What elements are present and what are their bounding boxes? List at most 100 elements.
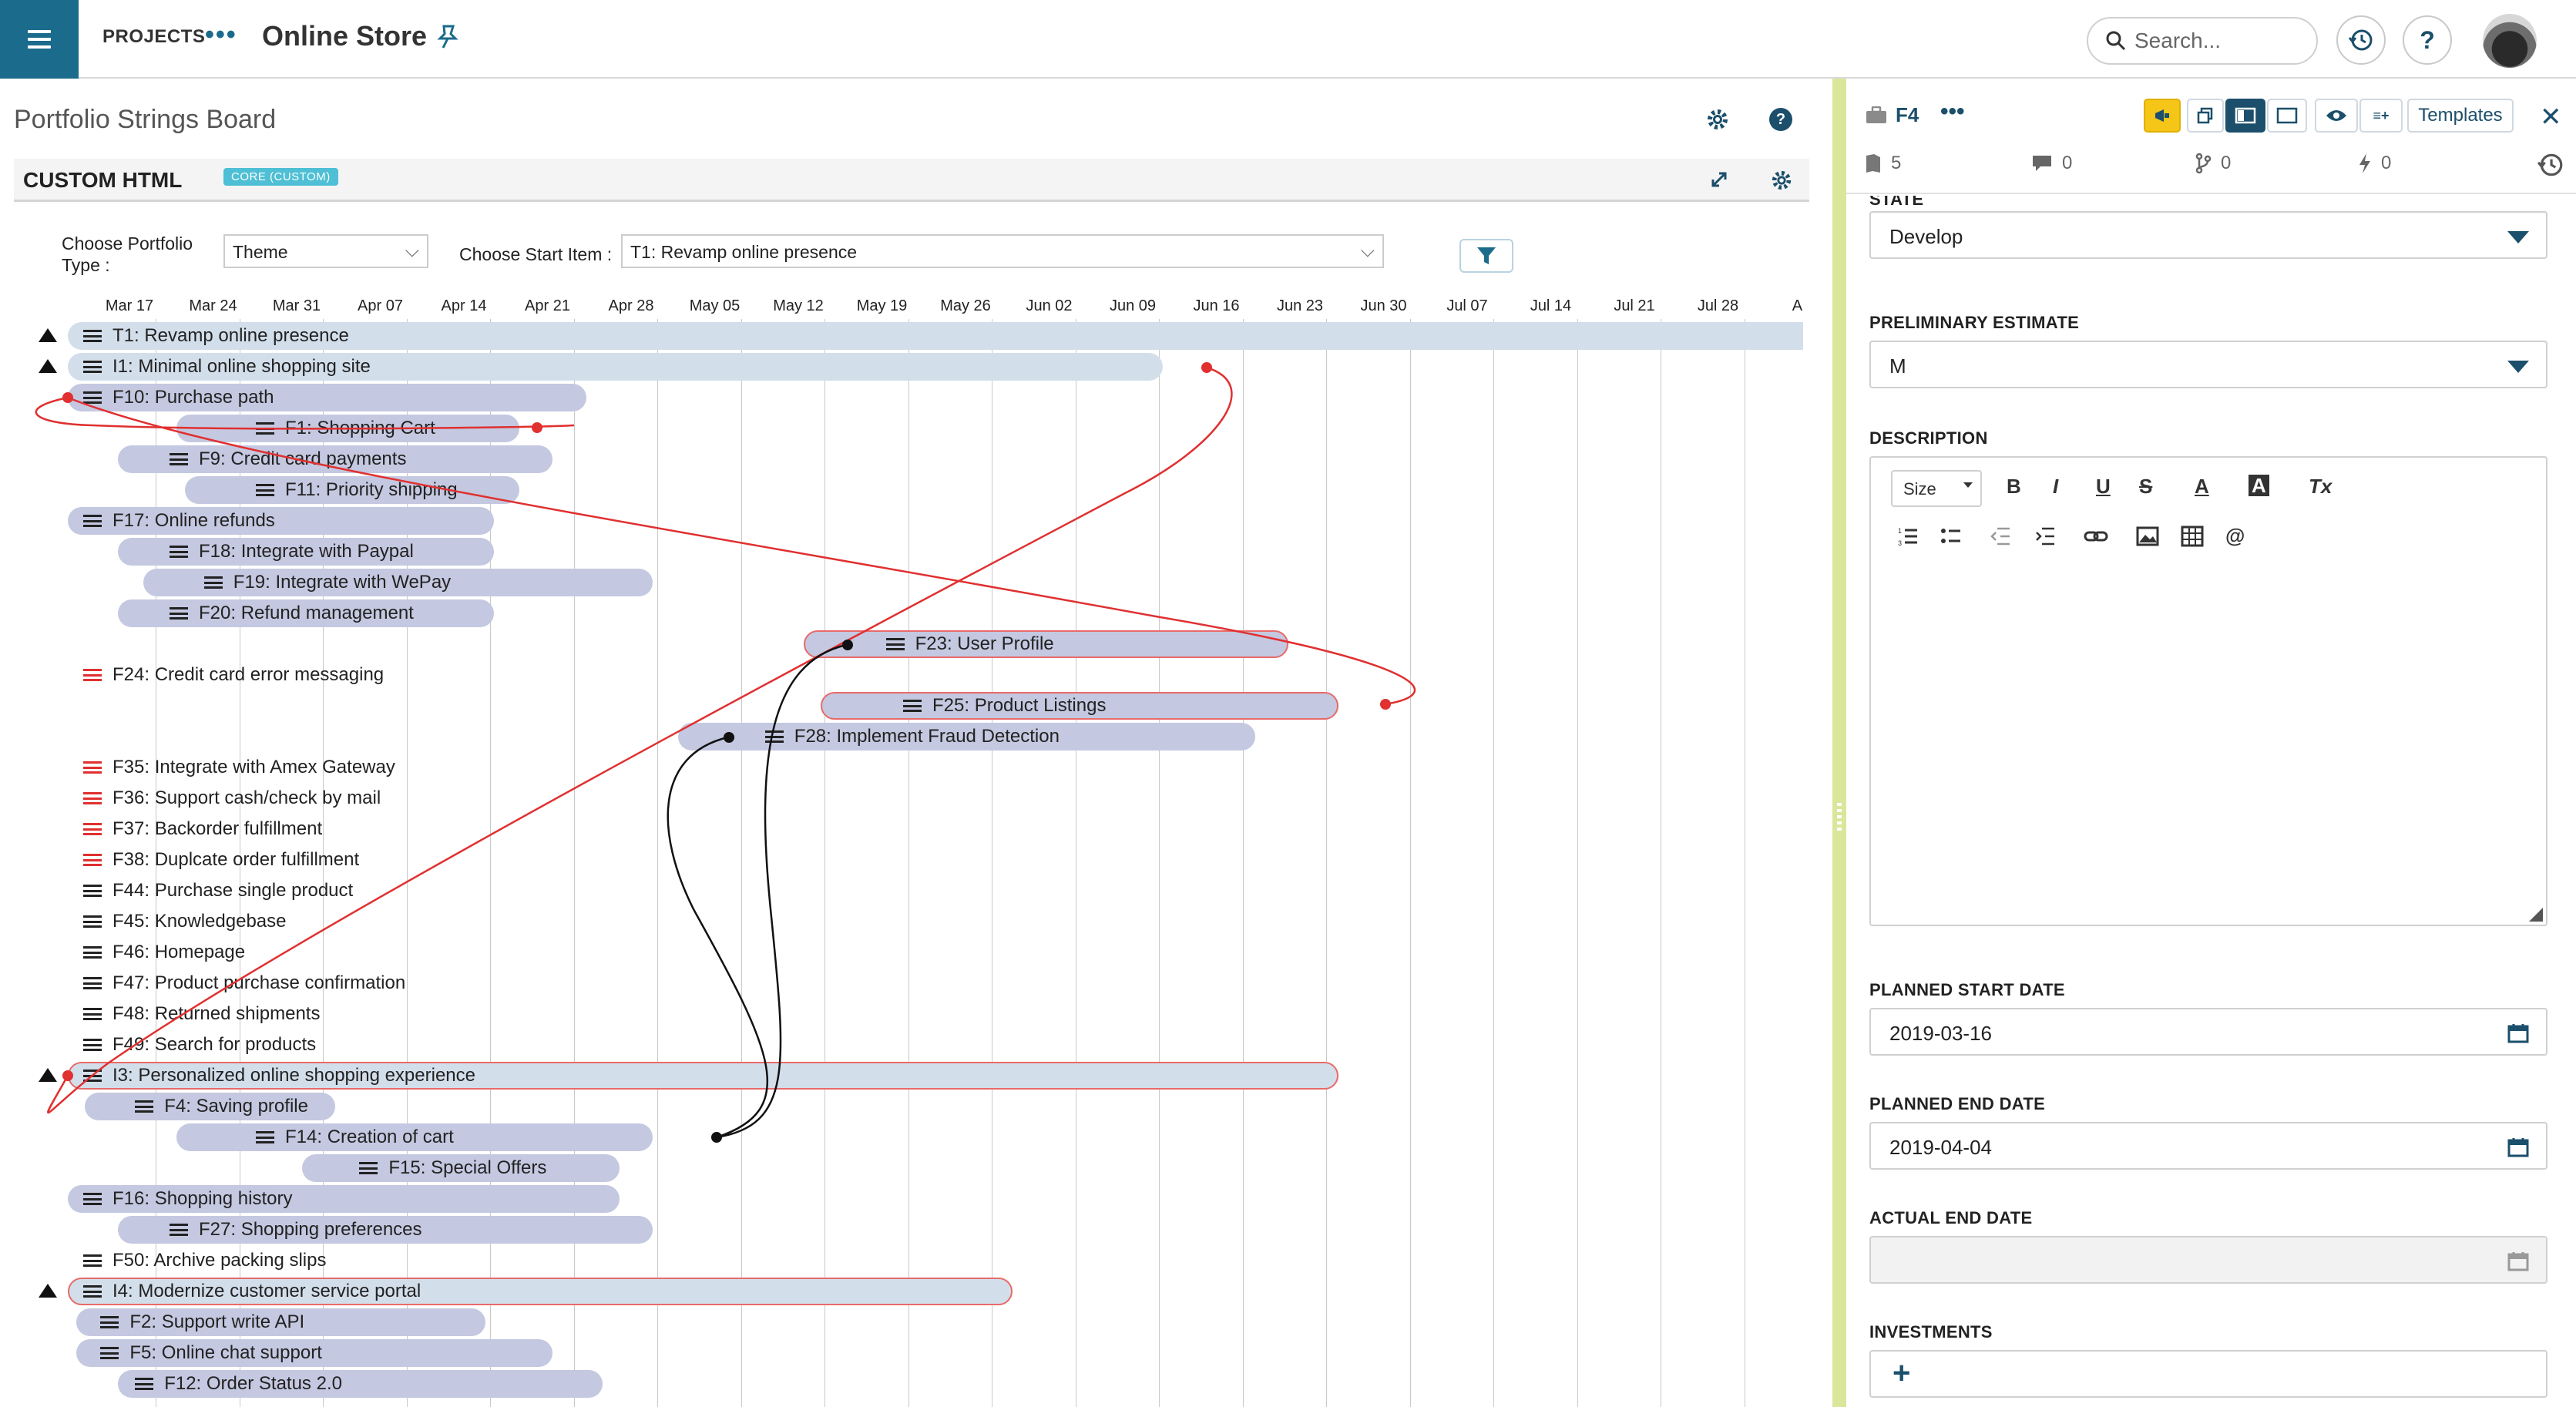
planned-start-field[interactable]: 2019-03-16 xyxy=(1869,1008,2547,1056)
gantt-row-label[interactable]: F17: Online refunds xyxy=(83,507,275,535)
italic-button[interactable]: I xyxy=(2053,475,2058,499)
recent-history-button[interactable] xyxy=(2336,15,2386,65)
attachments-count[interactable]: 5 xyxy=(1865,153,1901,174)
collapse-triangle-icon[interactable] xyxy=(39,1284,57,1298)
text-color-button[interactable]: A xyxy=(2195,475,2209,499)
bold-button[interactable]: B xyxy=(2007,475,2021,499)
gantt-row-label[interactable]: F19: Integrate with WePay xyxy=(203,569,451,596)
drag-handle-icon[interactable] xyxy=(83,761,102,774)
drag-handle-icon[interactable] xyxy=(170,1224,188,1236)
drag-handle-icon[interactable] xyxy=(256,1131,274,1143)
gantt-row-label[interactable]: F38: Duplcate order fulfillment xyxy=(83,846,359,874)
gantt-row-label[interactable]: F25: Product Listings xyxy=(903,692,1106,720)
more-actions-icon[interactable]: ••• xyxy=(1940,99,1965,125)
drag-handle-icon[interactable] xyxy=(203,576,223,589)
gantt-row-label[interactable]: F46: Homepage xyxy=(83,939,245,966)
drag-handle-icon[interactable] xyxy=(83,1193,102,1205)
gantt-row-label[interactable]: F1: Shopping Cart xyxy=(256,415,435,442)
gantt-row-label[interactable]: F45: Knowledgebase xyxy=(83,908,287,935)
gantt-row-label[interactable]: F16: Shopping history xyxy=(83,1185,292,1213)
expand-icon[interactable] xyxy=(1709,170,1729,190)
gantt-row-label[interactable]: F2: Support write API xyxy=(100,1308,304,1336)
calendar-icon[interactable] xyxy=(2507,1023,2529,1043)
portfolio-type-select[interactable]: Theme ⌵ xyxy=(223,234,428,268)
collapse-triangle-icon[interactable] xyxy=(39,359,57,373)
gantt-row-label[interactable]: F15: Special Offers xyxy=(359,1154,546,1182)
app-settings-gear-icon[interactable] xyxy=(1771,170,1792,191)
gantt-row-label[interactable]: F35: Integrate with Amex Gateway xyxy=(83,754,395,781)
mention-button[interactable]: @ xyxy=(2225,524,2245,548)
pin-panel-button[interactable] xyxy=(2144,99,2181,133)
comments-count[interactable]: 0 xyxy=(2031,153,2072,174)
gantt-row-label[interactable]: F37: Backorder fulfillment xyxy=(83,815,322,843)
gantt-row-label[interactable]: F14: Creation of cart xyxy=(256,1123,454,1151)
drag-handle-icon[interactable] xyxy=(83,977,102,989)
drag-handle-icon[interactable] xyxy=(83,915,102,928)
ordered-list-icon[interactable]: 13 xyxy=(1897,526,1919,547)
gantt-row-label[interactable]: F10: Purchase path xyxy=(83,384,274,411)
watch-button[interactable] xyxy=(2315,99,2358,133)
drag-handle-icon[interactable] xyxy=(170,453,188,465)
splitter-grip-icon[interactable] xyxy=(1837,803,1842,834)
image-icon[interactable] xyxy=(2136,526,2159,547)
drag-handle-icon[interactable] xyxy=(83,792,102,804)
drag-handle-icon[interactable] xyxy=(170,607,188,620)
planned-end-field[interactable]: 2019-04-04 xyxy=(1869,1122,2547,1170)
gantt-row-label[interactable]: T1: Revamp online presence xyxy=(83,322,349,350)
drag-handle-icon[interactable] xyxy=(83,946,102,959)
add-investment-button[interactable]: + xyxy=(1869,1350,2547,1398)
gantt-row-label[interactable]: F9: Credit card payments xyxy=(170,445,406,473)
state-select[interactable]: Develop xyxy=(1869,211,2547,259)
revision-history-icon[interactable] xyxy=(2537,151,2564,179)
drag-handle-icon[interactable] xyxy=(100,1347,119,1359)
drag-handle-icon[interactable] xyxy=(83,330,102,342)
drag-handle-icon[interactable] xyxy=(903,700,922,712)
font-size-select[interactable]: Size xyxy=(1891,470,1982,507)
gear-icon[interactable] xyxy=(1706,108,1729,131)
projects-link[interactable]: PROJECTS xyxy=(102,26,205,48)
collapse-triangle-icon[interactable] xyxy=(39,1068,57,1082)
strikethrough-button[interactable]: S xyxy=(2139,475,2152,499)
outdent-icon[interactable] xyxy=(1990,526,2011,547)
drag-handle-icon[interactable] xyxy=(83,1039,102,1051)
gantt-row-label[interactable]: F20: Refund management xyxy=(170,599,414,627)
drag-handle-icon[interactable] xyxy=(100,1316,119,1328)
main-menu-button[interactable] xyxy=(0,0,79,79)
drag-handle-icon[interactable] xyxy=(83,1254,102,1267)
templates-button[interactable]: Templates xyxy=(2407,99,2514,133)
underline-button[interactable]: U xyxy=(2096,475,2111,499)
drag-handle-icon[interactable] xyxy=(83,1070,102,1082)
drag-handle-icon[interactable] xyxy=(885,638,905,650)
description-editor[interactable]: Size B I U S A A Tx 13 @ xyxy=(1869,456,2547,926)
indent-icon[interactable] xyxy=(2034,526,2056,547)
drag-handle-icon[interactable] xyxy=(256,422,274,435)
drag-handle-icon[interactable] xyxy=(764,730,784,743)
gantt-row-label[interactable]: I3: Personalized online shopping experie… xyxy=(83,1062,475,1090)
drag-handle-icon[interactable] xyxy=(135,1378,154,1390)
collapse-triangle-icon[interactable] xyxy=(39,328,57,342)
gantt-row-label[interactable]: F50: Archive packing slips xyxy=(83,1247,326,1274)
calendar-icon[interactable] xyxy=(2507,1137,2529,1157)
gantt-row-label[interactable]: F12: Order Status 2.0 xyxy=(135,1370,342,1398)
help-button[interactable]: ? xyxy=(2403,15,2452,65)
bullet-list-icon[interactable] xyxy=(1940,526,1962,547)
drag-handle-icon[interactable] xyxy=(83,1285,102,1298)
background-color-button[interactable]: A xyxy=(2249,474,2269,497)
resize-handle-icon[interactable] xyxy=(2529,908,2543,922)
branches-count[interactable]: 0 xyxy=(2195,153,2231,174)
panel-splitter[interactable] xyxy=(1832,79,1846,1407)
gantt-row-label[interactable]: F18: Integrate with Paypal xyxy=(170,538,414,566)
gantt-row-label[interactable]: F49: Search for products xyxy=(83,1031,316,1059)
board-help-icon[interactable]: ? xyxy=(1769,108,1792,131)
gantt-row-label[interactable]: I1: Minimal online shopping site xyxy=(83,353,371,381)
gantt-row-label[interactable]: F44: Purchase single product xyxy=(83,877,353,905)
close-icon[interactable]: ✕ xyxy=(2540,102,2562,133)
drag-handle-icon[interactable] xyxy=(135,1100,154,1113)
gantt-row-label[interactable]: F4: Saving profile xyxy=(135,1093,308,1120)
copy-button[interactable] xyxy=(2187,99,2224,133)
drag-handle-icon[interactable] xyxy=(83,854,102,866)
user-avatar[interactable] xyxy=(2483,14,2537,68)
gantt-row-label[interactable]: I4: Modernize customer service portal xyxy=(83,1278,421,1305)
split-view-button[interactable] xyxy=(2225,99,2265,133)
clear-format-button[interactable]: Tx xyxy=(2309,475,2332,499)
